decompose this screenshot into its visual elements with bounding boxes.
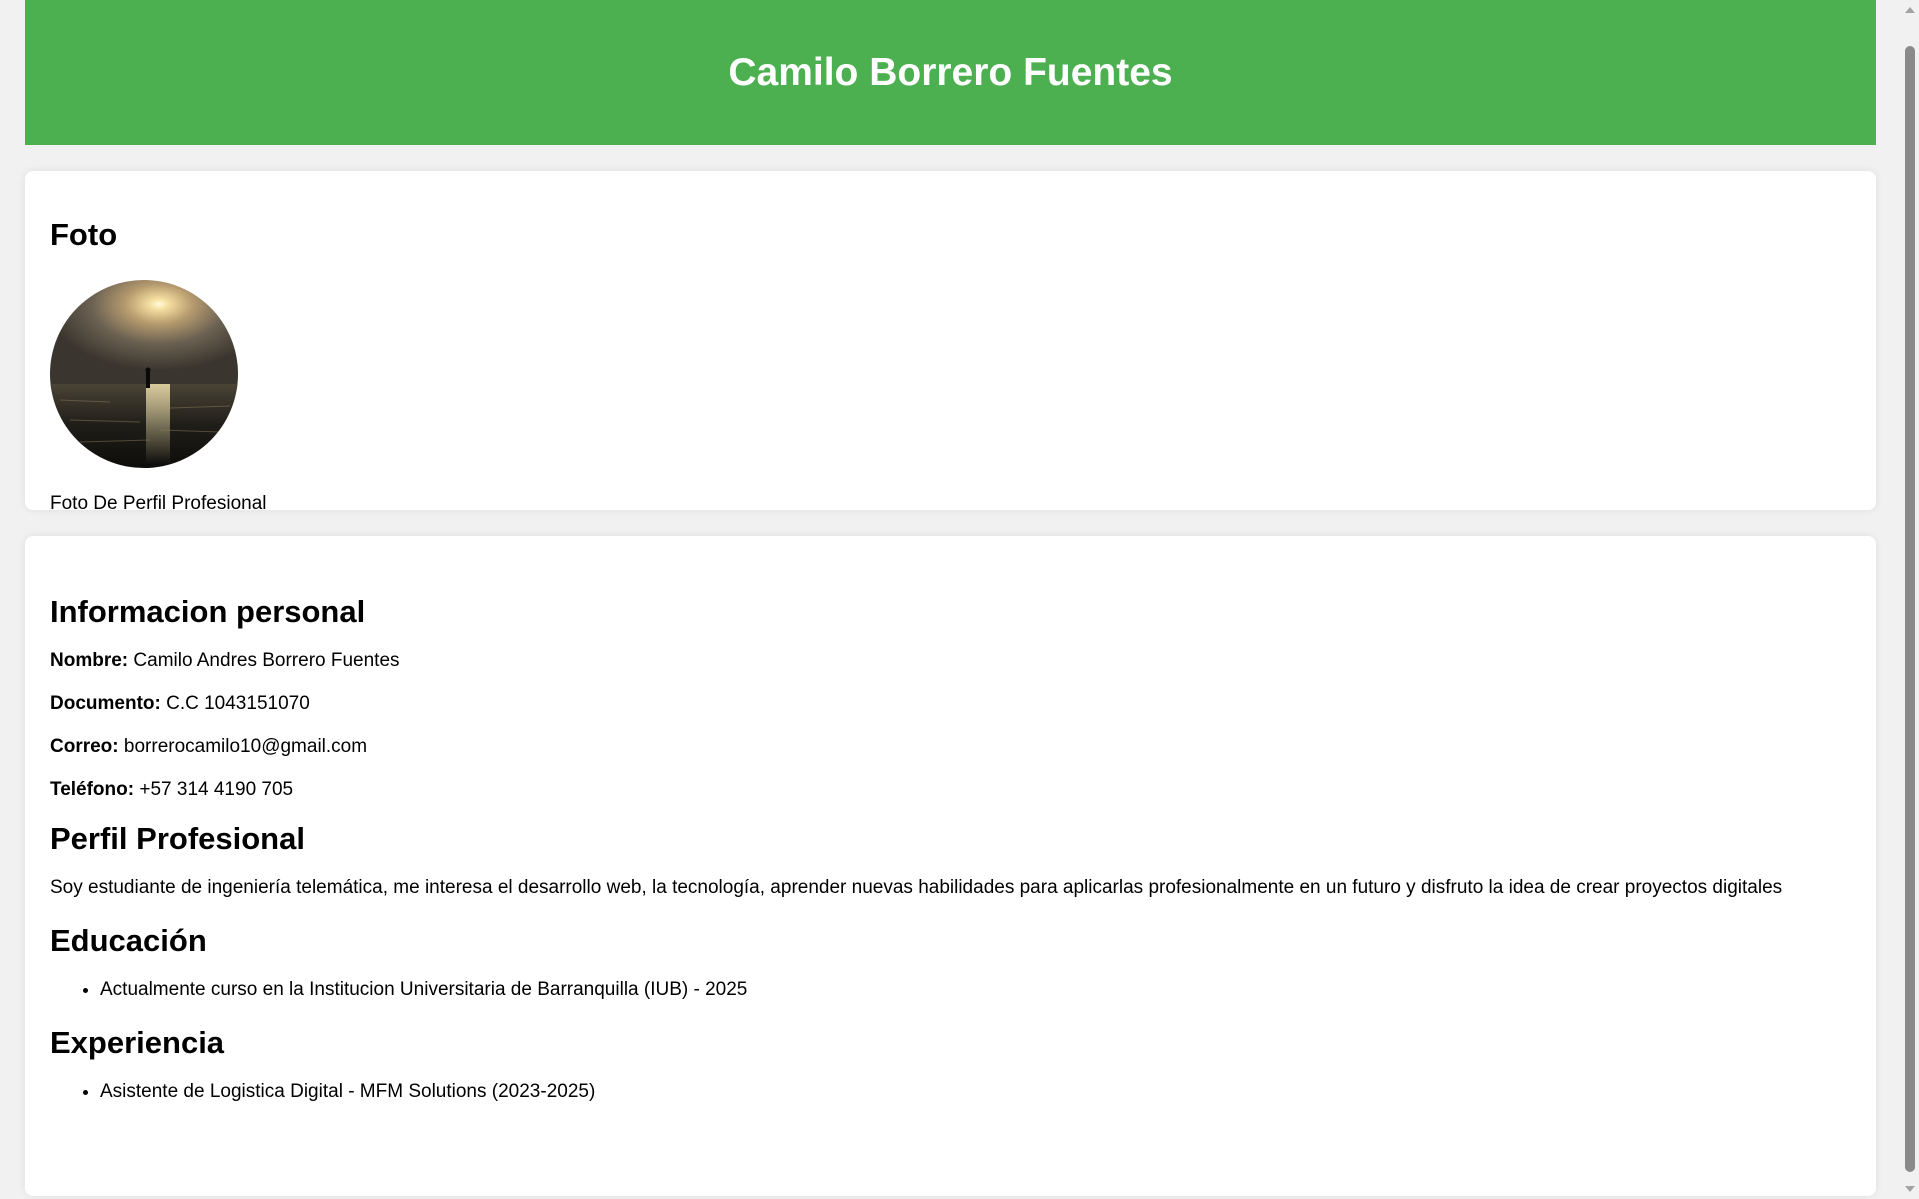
photo-caption: Foto De Perfil Profesional xyxy=(50,493,267,514)
info-value: C.C 1043151070 xyxy=(166,693,310,714)
info-row-document: Documento: C.C 1043151070 xyxy=(50,692,1851,715)
experience-title: Experiencia xyxy=(50,1025,225,1060)
info-row-email: Correo: borrerocamilo10@gmail.com xyxy=(50,735,1851,758)
page: Camilo Borrero Fuentes Foto Foto De Perf… xyxy=(25,0,1876,1196)
info-row-name: Nombre: Camilo Andres Borrero Fuentes xyxy=(50,649,1851,672)
info-card: Informacion personal Nombre: Camilo Andr… xyxy=(25,536,1876,1196)
info-value: Camilo Andres Borrero Fuentes xyxy=(133,650,400,671)
info-value: borrerocamilo10@gmail.com xyxy=(123,736,368,757)
info-label: Correo: xyxy=(50,736,119,757)
info-label: Documento: xyxy=(50,693,161,714)
info-row-phone: Teléfono: +57 314 4190 705 xyxy=(50,778,1851,801)
photo-section-title: Foto xyxy=(50,217,118,252)
profile-photo xyxy=(50,280,238,468)
list-item: Actualmente curso en la Institucion Univ… xyxy=(100,978,1851,1001)
info-value: +57 314 4190 705 xyxy=(139,779,294,800)
education-title: Educación xyxy=(50,923,207,958)
list-item: Asistente de Logistica Digital - MFM Sol… xyxy=(100,1080,1851,1103)
experience-list: Asistente de Logistica Digital - MFM Sol… xyxy=(50,1080,1851,1103)
scroll-up-arrow-icon[interactable] xyxy=(1905,7,1915,13)
vertical-scrollbar[interactable] xyxy=(1902,0,1919,1199)
education-list: Actualmente curso en la Institucion Univ… xyxy=(50,978,1851,1001)
scrollbar-thumb[interactable] xyxy=(1905,46,1915,1172)
profile-text: Soy estudiante de ingeniería telemática,… xyxy=(50,877,1783,898)
photo-card: Foto Foto De Perfil Profesional xyxy=(25,171,1876,514)
personal-info-title: Informacion personal xyxy=(50,594,366,629)
profile-title: Perfil Profesional xyxy=(50,821,305,856)
page-header: Camilo Borrero Fuentes xyxy=(25,0,1876,145)
info-label: Nombre: xyxy=(50,650,129,671)
info-label: Teléfono: xyxy=(50,779,135,800)
scroll-down-arrow-icon[interactable] xyxy=(1905,1186,1915,1192)
page-title: Camilo Borrero Fuentes xyxy=(728,50,1173,94)
